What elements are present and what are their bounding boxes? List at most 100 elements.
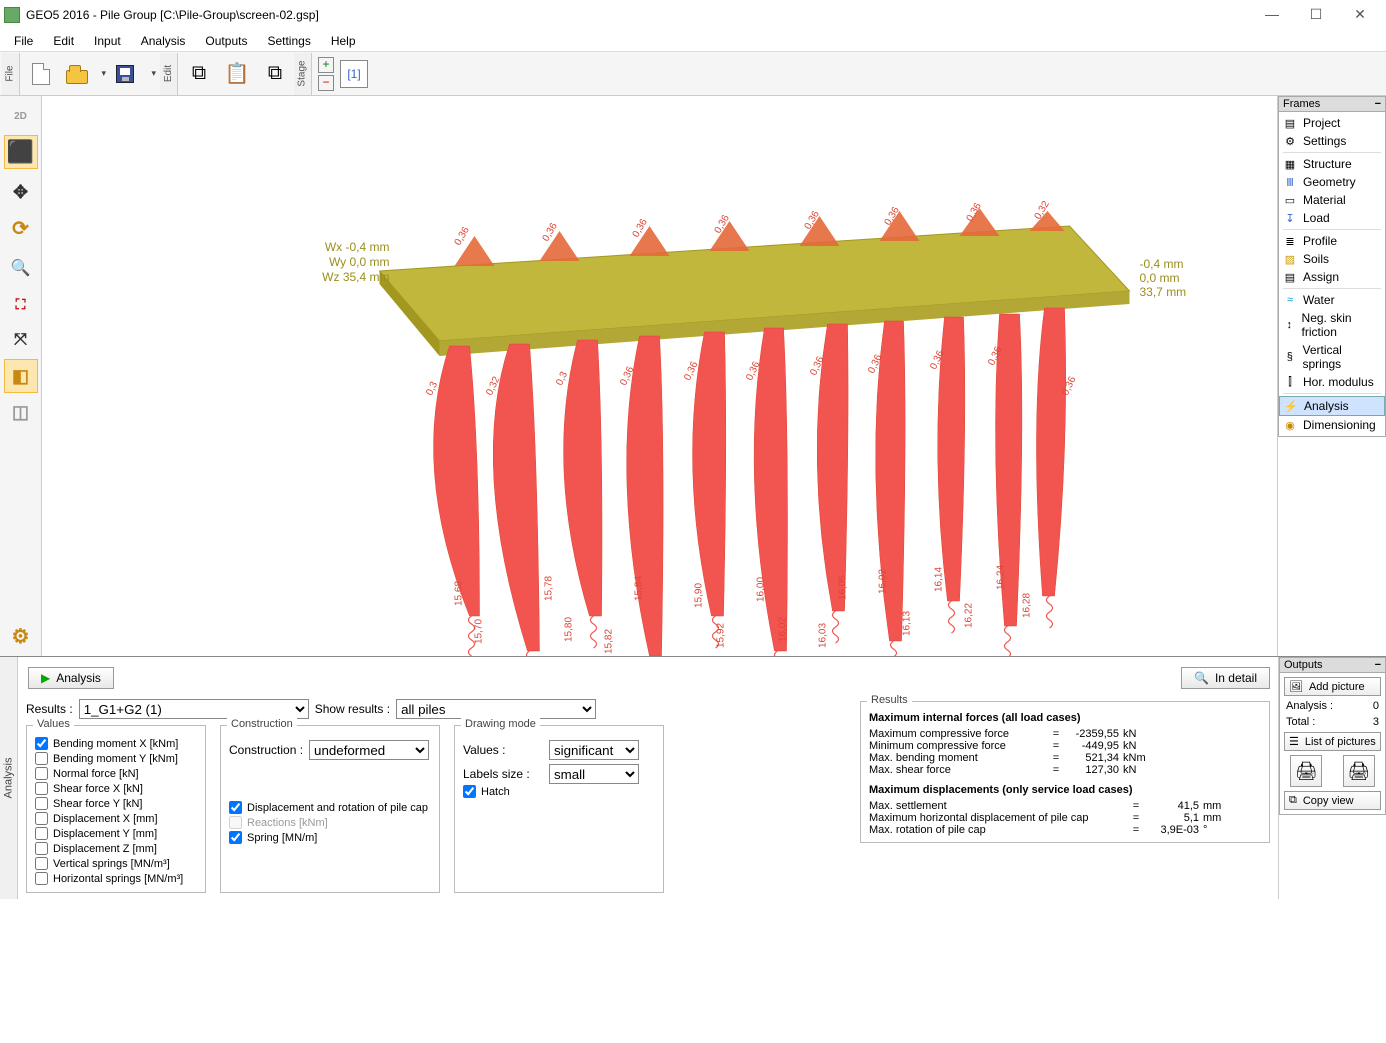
menu-outputs[interactable]: Outputs [195, 32, 257, 50]
frame-assign[interactable]: ▤Assign [1279, 268, 1385, 286]
copy-icon: ⧉ [1289, 794, 1297, 807]
3d-viewport[interactable]: Wx -0,4 mm Wy 0,0 mm Wz 35,4 mm -0,4 mm … [42, 96, 1278, 656]
list-pictures-button[interactable]: ☰List of pictures [1284, 732, 1381, 751]
copy-view-button[interactable]: ⧉Copy view [1284, 791, 1381, 810]
add-picture-button[interactable]: 🖼Add picture [1284, 677, 1381, 696]
show-results-select[interactable]: all piles [396, 699, 596, 719]
paste-button[interactable]: 📋 [219, 56, 255, 92]
svg-text:-0,4 mm: -0,4 mm [1140, 257, 1184, 271]
results-select[interactable]: 1_G1+G2 (1) [79, 699, 309, 719]
chk-value-1[interactable] [35, 752, 48, 765]
frame-structure[interactable]: ▦Structure [1279, 155, 1385, 173]
outputs-panel-header[interactable]: Outputs − [1279, 657, 1386, 673]
labels-size-select[interactable]: small [549, 764, 639, 784]
pan-icon: ✥ [13, 182, 28, 203]
frame-settings[interactable]: ⚙Settings [1279, 132, 1385, 150]
svg-text:15,80: 15,80 [564, 617, 575, 642]
new-button[interactable] [23, 56, 59, 92]
chk-hatch[interactable] [463, 785, 476, 798]
shaded-view-button[interactable]: ◧ [4, 359, 38, 393]
chk-value-0[interactable] [35, 737, 48, 750]
add-picture-icon: 🖼 [1289, 680, 1303, 693]
paste-special-button[interactable]: ⧉ [257, 56, 293, 92]
toolbar-group-stage: Stage [294, 53, 312, 95]
zoom-window-button[interactable]: 🔍 [4, 251, 38, 285]
frame-water[interactable]: ≈Water [1279, 291, 1385, 309]
menu-file[interactable]: File [4, 32, 43, 50]
axes-icon: ⤧ [14, 331, 27, 349]
chk-value-7[interactable] [35, 842, 48, 855]
frame-geometry[interactable]: ⅢGeometry [1279, 173, 1385, 191]
displacement-labels: Wx -0,4 mm Wy 0,0 mm Wz 35,4 mm [322, 240, 389, 284]
open-button[interactable]: ▾ [61, 56, 109, 92]
construction-select[interactable]: undeformed [309, 740, 429, 760]
menu-settings[interactable]: Settings [257, 32, 320, 50]
svg-text:16,02: 16,02 [778, 617, 789, 642]
save-button[interactable]: ▾ [111, 56, 159, 92]
view-2d-button[interactable]: 2D [4, 99, 38, 133]
minimize-button[interactable]: — [1250, 1, 1294, 29]
in-detail-button[interactable]: 🔍In detail [1181, 667, 1270, 689]
title-bar: GEO5 2016 - Pile Group [C:\Pile-Group\sc… [0, 0, 1386, 30]
close-button[interactable]: ✕ [1338, 1, 1382, 29]
menu-analysis[interactable]: Analysis [131, 32, 196, 50]
menu-input[interactable]: Input [84, 32, 131, 50]
frame-material[interactable]: ▭Material [1279, 191, 1385, 209]
frame-neg-skin[interactable]: ↕Neg. skin friction [1279, 309, 1385, 341]
pan-button[interactable]: ✥ [4, 175, 38, 209]
chk-value-9[interactable] [35, 872, 48, 885]
spring-icon: § [1283, 350, 1297, 364]
chk-value-8[interactable] [35, 857, 48, 870]
frame-hor-modulus[interactable]: ⫿Hor. modulus [1279, 373, 1385, 391]
result-row: Maximum horizontal displacement of pile … [869, 812, 1261, 824]
collapse-icon[interactable]: − [1375, 659, 1381, 671]
frame-soils[interactable]: ▨Soils [1279, 250, 1385, 268]
run-analysis-button[interactable]: ▶Analysis [28, 667, 114, 689]
axes-button[interactable]: ⤧ [4, 323, 38, 357]
toolbar-group-file: File [2, 53, 20, 95]
print-button-2[interactable]: 🖨 [1343, 755, 1375, 787]
stage-1-tab[interactable]: [1] [340, 60, 368, 88]
frames-panel-header[interactable]: Frames − [1278, 96, 1386, 112]
svg-text:0,0 mm: 0,0 mm [1140, 271, 1180, 285]
wire-view-button[interactable]: ◫ [4, 395, 38, 429]
paste-icon: 📋 [225, 61, 250, 86]
view-3d-button[interactable]: ⬛ [4, 135, 38, 169]
copy-button[interactable]: ⧉ [181, 56, 217, 92]
menu-edit[interactable]: Edit [43, 32, 84, 50]
zoom-extent-button[interactable]: ⛶ [4, 287, 38, 321]
stage-remove-button[interactable]: − [318, 75, 334, 91]
frame-project[interactable]: ▤Project [1279, 114, 1385, 132]
chk-value-2[interactable] [35, 767, 48, 780]
chk-value-4[interactable] [35, 797, 48, 810]
friction-icon: ↕ [1283, 318, 1296, 332]
frame-analysis[interactable]: ⚡Analysis [1279, 396, 1385, 416]
stage-add-button[interactable]: + [318, 57, 334, 73]
frame-load[interactable]: ↧Load [1279, 209, 1385, 227]
grid-icon: ▦ [1283, 157, 1297, 171]
menu-help[interactable]: Help [321, 32, 366, 50]
frame-vert-springs[interactable]: §Vertical springs [1279, 341, 1385, 373]
chk-displacement-rotation[interactable] [229, 801, 242, 814]
frame-dimensioning[interactable]: ◉Dimensioning [1279, 416, 1385, 434]
load-icon: ↧ [1283, 211, 1297, 225]
chk-value-5[interactable] [35, 812, 48, 825]
modulus-icon: ⫿ [1283, 375, 1297, 389]
app-icon [4, 7, 20, 23]
right-displacement-labels: -0,4 mm 0,0 mm 33,7 mm [1140, 257, 1187, 299]
collapse-icon[interactable]: − [1375, 98, 1381, 110]
chk-value-6[interactable] [35, 827, 48, 840]
chk-spring[interactable] [229, 831, 242, 844]
results-heading-1: Maximum internal forces (all load cases) [869, 712, 1261, 724]
maximize-button[interactable]: ☐ [1294, 1, 1338, 29]
analysis-icon: ⚡ [1284, 399, 1298, 413]
frame-profile[interactable]: ≣Profile [1279, 232, 1385, 250]
settings-gear-button[interactable]: ⚙ [4, 619, 38, 653]
open-folder-icon [66, 70, 88, 84]
orbit-button[interactable]: ⟳ [4, 211, 38, 245]
print-button-1[interactable]: 🖨 [1290, 755, 1322, 787]
results-heading-2: Maximum displacements (only service load… [869, 784, 1261, 796]
values-mode-select[interactable]: significant [549, 740, 639, 760]
frames-list: ▤Project ⚙Settings ▦Structure ⅢGeometry … [1278, 112, 1386, 437]
chk-value-3[interactable] [35, 782, 48, 795]
